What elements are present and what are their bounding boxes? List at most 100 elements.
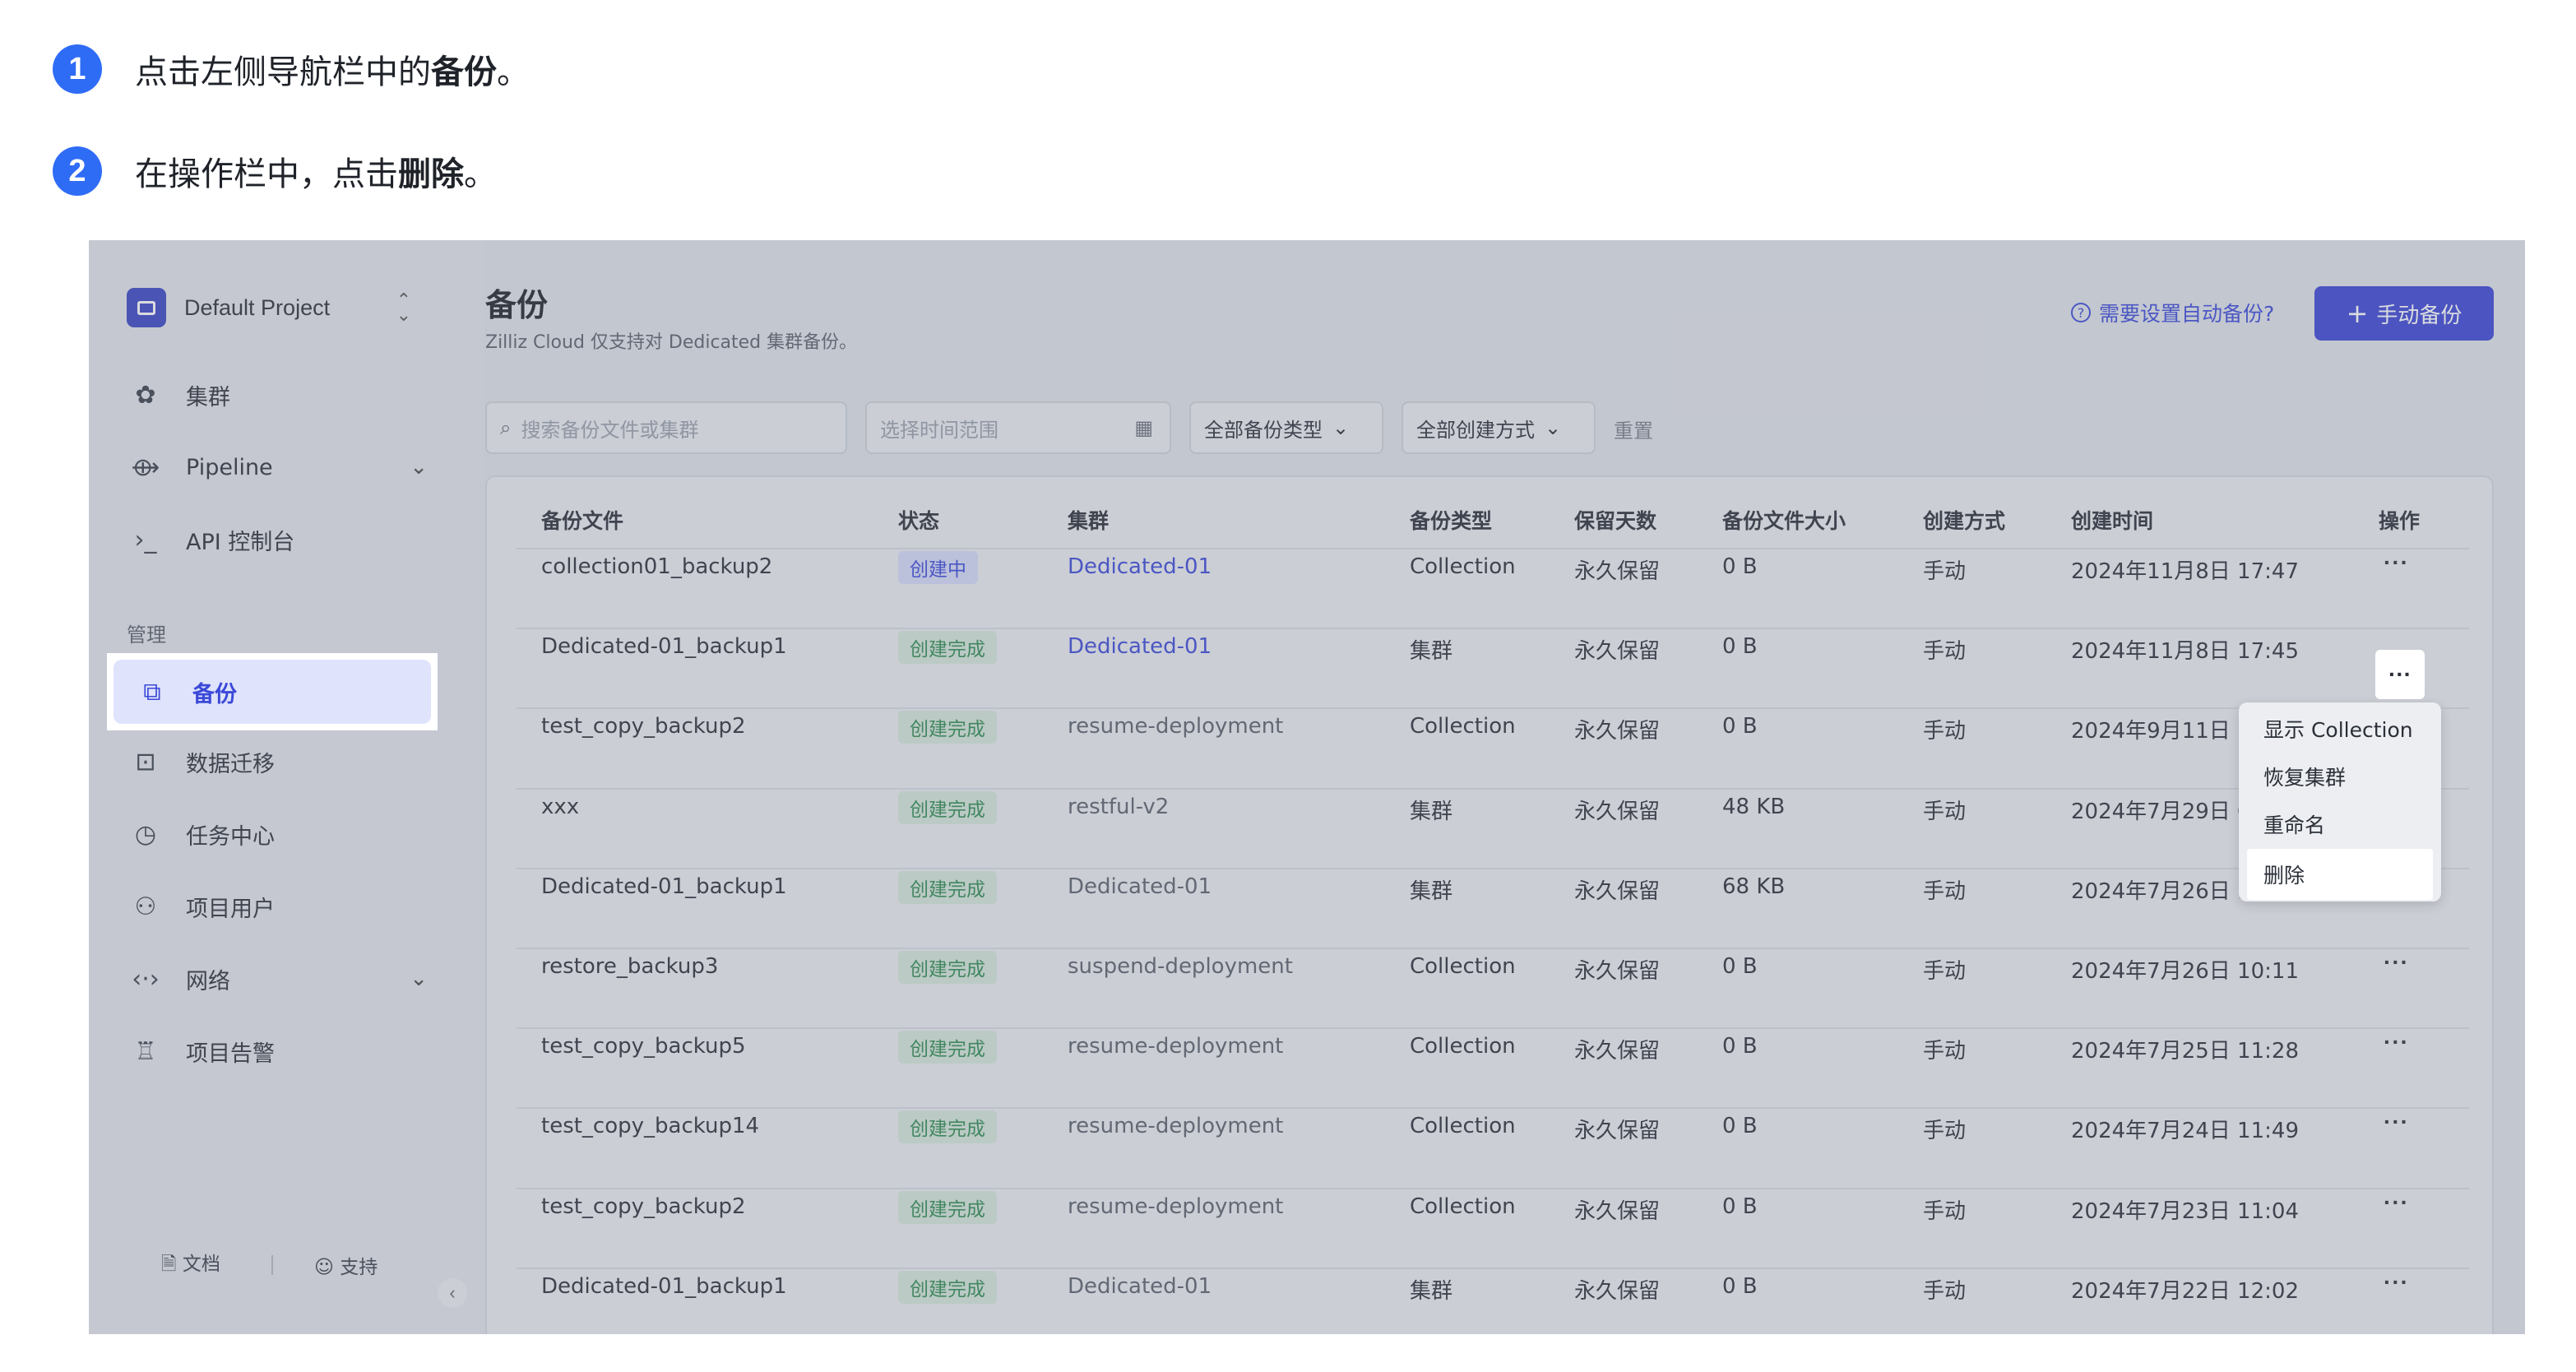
step-number: 1 <box>53 44 102 94</box>
backup-file-name: Dedicated-01_backup1 <box>541 634 787 660</box>
sidebar-item-backup-highlight: ⧉ 备份 <box>107 653 438 730</box>
project-selector[interactable]: Default Project ⌃ ⌄ <box>112 275 424 341</box>
row-more-button[interactable]: ··· <box>2384 949 2409 976</box>
backup-type: Collection <box>1410 1034 1516 1059</box>
cluster-link[interactable]: Dedicated-01 <box>1068 1274 1212 1299</box>
page-subtitle: Zilliz Cloud 仅支持对 Dedicated 集群备份。 <box>485 332 858 353</box>
sidebar-item-network[interactable]: ‹·› 网络 ⌄ <box>128 948 446 1010</box>
backup-size: 0 B <box>1722 1194 1758 1219</box>
row-divider <box>517 1267 2469 1269</box>
cluster-link[interactable]: suspend-deployment <box>1068 954 1293 979</box>
sidebar-item-label: 数据迁移 <box>186 751 275 777</box>
cluster-link[interactable]: Dedicated-01 <box>1068 874 1212 899</box>
row-more-button[interactable]: ··· <box>2384 1189 2409 1216</box>
app-screenshot: Default Project ⌃ ⌄ ✿ 集群 ⟴ Pipeline ⌄ ›_ … <box>89 240 2525 1334</box>
manual-backup-button[interactable]: + 手动备份 <box>2314 286 2494 341</box>
create-time: 2024年7月24日 11:49 <box>2071 1119 2299 1144</box>
cluster-icon: ✿ <box>135 380 156 410</box>
sidebar-item-label: 集群 <box>186 384 230 410</box>
time-range-picker[interactable]: 选择时间范围 ▦ <box>865 401 1171 454</box>
step-2: 2 在操作栏中，点击删除。 <box>53 146 497 196</box>
retention-days: 永久保留 <box>1574 1039 1661 1064</box>
row-more-button-active[interactable]: ··· <box>2375 650 2425 699</box>
sidebar-item-alarms[interactable]: ♖ 项目告警 <box>128 1020 446 1082</box>
search-icon: ⌕ <box>500 416 512 439</box>
sidebar-item-users[interactable]: ⚇ 项目用户 <box>128 875 446 938</box>
create-method: 手动 <box>1923 559 1967 584</box>
question-icon: ? <box>2071 303 2091 322</box>
terminal-icon: ›_ <box>134 525 157 554</box>
sidebar-item-pipeline[interactable]: ⟴ Pipeline ⌄ <box>128 436 446 498</box>
chevron-up-down-icon: ⌃ ⌄ <box>396 290 411 325</box>
sidebar-item-jobs[interactable]: ◷ 任务中心 <box>128 803 446 865</box>
create-method: 手动 <box>1923 959 1967 984</box>
create-time: 2024年7月26日 10:11 <box>2071 959 2299 984</box>
cluster-link[interactable]: Dedicated-01 <box>1068 634 1212 659</box>
backup-file-name: test_copy_backup5 <box>541 1034 746 1059</box>
row-divider <box>517 787 2469 790</box>
menu-item-show-collection[interactable]: 显示 Collection <box>2263 714 2413 744</box>
plus-icon: + <box>2346 298 2369 329</box>
create-method: 手动 <box>1923 1039 1967 1064</box>
column-header: 创建方式 <box>1923 509 2006 533</box>
sidebar-item-label: 任务中心 <box>186 823 275 850</box>
collapse-sidebar-button[interactable]: ‹ <box>438 1278 467 1308</box>
row-divider <box>517 867 2469 869</box>
backup-type-select[interactable]: 全部备份类型 ⌄ <box>1189 401 1383 454</box>
sidebar-item-migration[interactable]: ⊡ 数据迁移 <box>128 730 446 793</box>
backup-size: 68 KB <box>1722 874 1786 899</box>
menu-item-rename[interactable]: 重命名 <box>2263 809 2325 839</box>
backup-file-name: restore_backup3 <box>541 954 719 979</box>
row-more-button[interactable]: ··· <box>2384 1269 2409 1296</box>
reset-button[interactable]: 重置 <box>1614 415 1653 443</box>
project-name: Default Project <box>184 294 331 320</box>
chevron-down-icon: ⌄ <box>1332 416 1350 439</box>
cluster-link[interactable]: resume-deployment <box>1068 1114 1283 1138</box>
row-more-button[interactable]: ··· <box>2384 1109 2409 1135</box>
status-badge: 创建完成 <box>898 1110 997 1144</box>
retention-days: 永久保留 <box>1574 719 1661 744</box>
create-method: 手动 <box>1923 639 1967 665</box>
backup-file-name: xxx <box>541 794 580 819</box>
cluster-link[interactable]: resume-deployment <box>1068 714 1283 739</box>
row-more-button[interactable]: ··· <box>2384 1029 2409 1055</box>
step-1: 1 点击左侧导航栏中的备份。 <box>53 44 530 94</box>
menu-item-delete[interactable]: 删除 <box>2247 849 2433 900</box>
backup-file-name: collection01_backup2 <box>541 554 773 579</box>
backup-type: 集群 <box>1410 799 1453 824</box>
create-method: 手动 <box>1923 1198 1967 1224</box>
column-header: 集群 <box>1068 509 1110 533</box>
backup-size: 0 B <box>1722 634 1758 660</box>
sidebar-item-label: API 控制台 <box>186 529 295 555</box>
sidebar-item-api-console[interactable]: ›_ API 控制台 <box>128 508 446 571</box>
row-divider <box>517 1107 2469 1110</box>
search-input[interactable]: ⌕ 搜索备份文件或集群 <box>485 401 847 454</box>
backup-type: Collection <box>1410 1114 1516 1139</box>
sidebar-item-clusters[interactable]: ✿ 集群 <box>128 364 446 426</box>
cluster-link[interactable]: restful-v2 <box>1068 795 1169 819</box>
sidebar-item-backup[interactable]: ⧉ 备份 <box>114 660 431 724</box>
backup-size: 0 B <box>1722 714 1758 739</box>
copy-icon: ⧉ <box>143 677 161 707</box>
docs-link[interactable]: 🗎 文档 <box>161 1248 220 1282</box>
backup-size: 0 B <box>1722 1114 1758 1139</box>
cluster-link[interactable]: resume-deployment <box>1068 1034 1283 1059</box>
create-time: 2024年11月8日 17:47 <box>2071 559 2299 584</box>
menu-item-restore-cluster[interactable]: 恢复集群 <box>2263 762 2346 791</box>
create-method-select[interactable]: 全部创建方式 ⌄ <box>1402 401 1596 454</box>
sidebar-item-label: 项目用户 <box>186 896 275 922</box>
cluster-link[interactable]: resume-deployment <box>1068 1194 1283 1219</box>
retention-days: 永久保留 <box>1574 1119 1661 1144</box>
backup-type: 集群 <box>1410 1278 1453 1304</box>
sidebar-item-label: 备份 <box>192 681 237 707</box>
backup-type: 集群 <box>1410 878 1453 904</box>
step-text: 点击左侧导航栏中的备份。 <box>135 53 530 91</box>
users-icon: ⚇ <box>134 892 157 921</box>
column-header: 操作 <box>2379 509 2421 533</box>
auto-backup-help-link[interactable]: ? 需要设置自动备份? <box>2071 298 2274 327</box>
row-more-button[interactable]: ··· <box>2384 549 2409 576</box>
retention-days: 永久保留 <box>1574 1198 1661 1224</box>
support-link[interactable]: ☺ 支持 <box>314 1251 378 1279</box>
cluster-link[interactable]: Dedicated-01 <box>1068 554 1212 579</box>
folder-icon <box>127 288 166 327</box>
